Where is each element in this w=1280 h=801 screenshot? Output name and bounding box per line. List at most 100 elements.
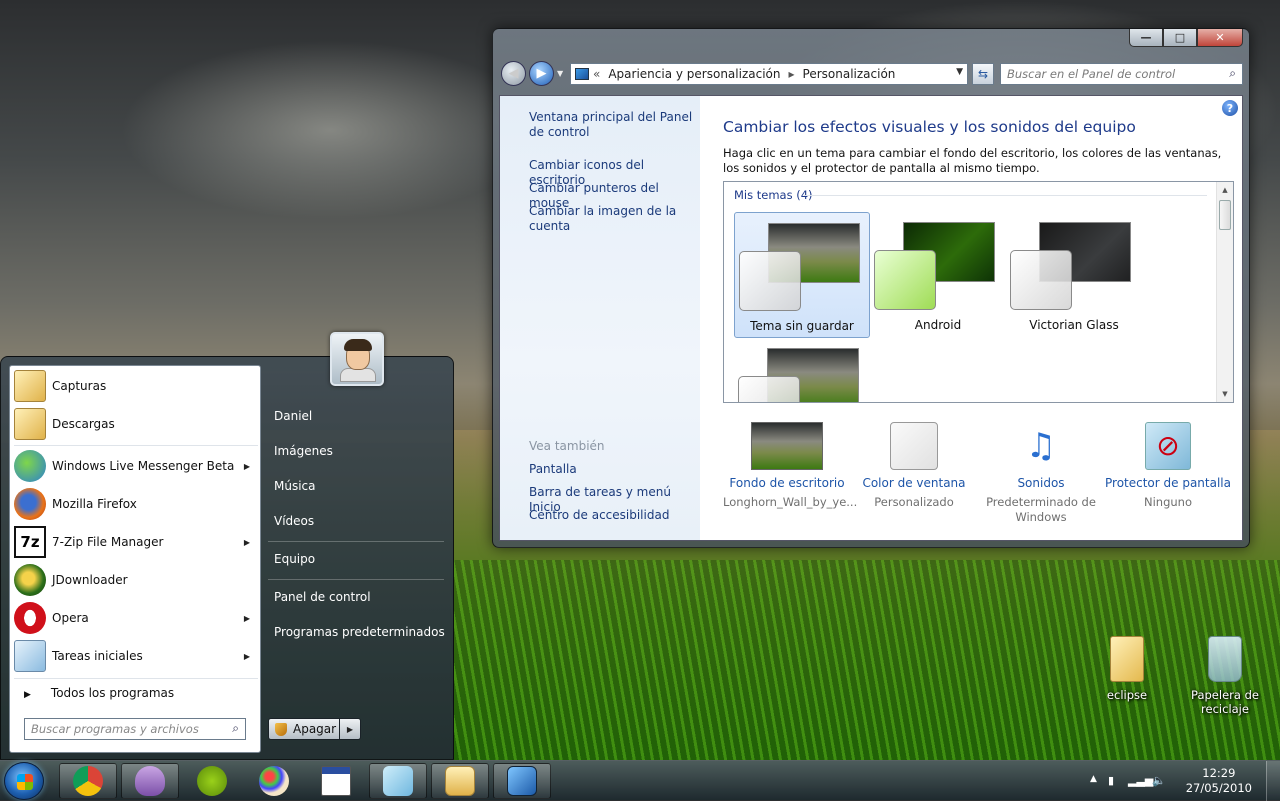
window-color-setting[interactable]: Color de ventana Personalizado [850,416,978,510]
program-capturas[interactable]: Capturas [14,368,258,404]
clock-time: 12:29 [1202,766,1236,780]
breadcrumb-personalization[interactable]: Personalización [803,67,896,81]
start-right-pictures[interactable]: Imágenes [274,444,333,458]
program-label: JDownloader [52,573,128,587]
search-placeholder: Buscar programas y archivos [31,722,199,736]
programs-panel: Capturas Descargas Windows Live Messenge… [9,365,261,753]
program-7zip[interactable]: 7z 7-Zip File Manager ▶ [14,524,258,560]
setting-label[interactable]: Fondo de escritorio [723,476,851,490]
program-jdownloader[interactable]: JDownloader [14,562,258,598]
all-programs-button[interactable]: ▶ Todos los programas [24,686,174,700]
windows-logo-icon [17,774,33,790]
folder-icon [445,766,475,796]
theme-tile-android[interactable]: Android [870,212,1006,338]
taskbar: ▲ ▮ ▂▃▅ 🔈 12:29 27/05/2010 [0,760,1280,801]
start-right-music[interactable]: Música [274,479,316,493]
search-placeholder: Buscar en el Panel de control [1007,67,1176,81]
start-button[interactable] [4,762,44,800]
link-display[interactable]: Pantalla [529,462,577,477]
recent-pages-dropdown[interactable]: ▼ [557,69,567,78]
control-panel-search-input[interactable]: Buscar en el Panel de control ⌕ [1000,63,1243,85]
program-opera[interactable]: Opera ▶ [14,600,258,636]
opera-icon [14,602,46,634]
taskbar-paint[interactable] [245,763,303,799]
taskbar-chrome[interactable] [59,763,117,799]
theme-tile-4[interactable] [734,338,870,402]
pidgin-icon [135,766,165,796]
theme-tile-victorian-glass[interactable]: Victorian Glass [1006,212,1142,338]
search-icon[interactable]: ⌕ [232,721,239,736]
theme-tile-unsaved[interactable]: Tema sin guardar [734,212,870,338]
close-button[interactable]: ✕ [1197,29,1243,47]
divider [268,541,444,542]
taskbar-control-panel[interactable] [493,763,551,799]
show-desktop-button[interactable] [1266,761,1280,801]
setting-label[interactable]: Color de ventana [850,476,978,490]
clock[interactable]: 12:29 27/05/2010 [1186,766,1252,796]
setting-label[interactable]: Protector de pantalla [1104,476,1232,490]
breadcrumb-separator[interactable]: ▸ [788,67,794,81]
start-right-computer[interactable]: Equipo [274,552,315,566]
power-icon[interactable]: ▮ [1108,774,1122,788]
link-ease-of-access[interactable]: Centro de accesibilidad [529,508,669,523]
taskbar-explorer[interactable] [431,763,489,799]
control-panel-icon [575,68,589,80]
link-control-panel-home[interactable]: Ventana principal del Panel de control [529,110,695,140]
forward-button[interactable]: ▶ [529,61,554,86]
address-chevrons[interactable]: « [593,67,600,81]
volume-muted-icon[interactable]: 🔈 [1152,774,1166,788]
desktop-icon-eclipse[interactable]: eclipse [1087,636,1167,702]
themes-scrollbar[interactable]: ▲ ▼ [1216,182,1233,402]
desktop-background-setting[interactable]: Fondo de escritorio Longhorn_Wall_by_ye.… [723,416,858,510]
maximize-button[interactable]: □ [1163,29,1197,47]
setting-value: Longhorn_Wall_by_ye... [723,495,858,509]
avatar-body [340,368,376,382]
program-tareas-iniciales[interactable]: Tareas iniciales ▶ [14,638,258,674]
scroll-down-button[interactable]: ▼ [1217,386,1233,402]
program-descargas[interactable]: Descargas [14,406,258,442]
taskbar-pidgin[interactable] [121,763,179,799]
chevron-down-icon[interactable]: ▼ [956,67,963,77]
start-menu: Capturas Descargas Windows Live Messenge… [0,356,454,760]
setting-value: Personalizado [874,495,954,509]
task-pane: Ventana principal del Panel de control C… [500,96,700,540]
scroll-thumb[interactable] [1219,200,1231,230]
start-search-input[interactable]: Buscar programas y archivos ⌕ [24,718,246,740]
start-right-default-programs[interactable]: Programas predeterminados [274,625,445,639]
program-firefox[interactable]: Mozilla Firefox [14,486,258,522]
sounds-setting[interactable]: ♫ Sonidos Predeterminado de Windows [977,416,1105,525]
taskbar-notepad[interactable] [369,763,427,799]
taskbar-app[interactable] [307,763,365,799]
window-controls: — □ ✕ [1129,29,1243,47]
control-panel-window: — □ ✕ ◀ ▶ ▼ « Apariencia y personalizaci… [492,28,1250,548]
address-bar[interactable]: « Apariencia y personalización ▸ Persona… [570,63,968,85]
screensaver-setting[interactable]: ⊘ Protector de pantalla Ninguno [1104,416,1232,510]
user-avatar[interactable] [330,332,384,386]
shield-icon [275,722,287,736]
setting-label[interactable]: Sonidos [977,476,1105,490]
refresh-button[interactable]: ⇆ [972,63,994,85]
minimize-button[interactable]: — [1129,29,1163,47]
scroll-up-button[interactable]: ▲ [1217,182,1233,198]
wallpaper-cloud [120,40,540,220]
desktop-icon-label: Papelera de reciclaje [1191,688,1259,716]
start-right-videos[interactable]: Vídeos [274,514,314,528]
network-signal-icon[interactable]: ▂▃▅ [1128,774,1153,788]
start-right-user[interactable]: Daniel [274,409,312,423]
help-icon[interactable]: ? [1222,100,1238,116]
submenu-arrow-icon: ▶ [243,537,250,547]
themes-group-header[interactable]: Mis temas (4) [734,188,813,202]
program-windows-live-messenger[interactable]: Windows Live Messenger Beta ▶ [14,448,258,484]
desktop-icon-recycle-bin[interactable]: Papelera de reciclaje [1185,636,1265,716]
back-button[interactable]: ◀ [501,61,526,86]
breadcrumb-appearance[interactable]: Apariencia y personalización [608,67,780,81]
start-right-control-panel[interactable]: Panel de control [274,590,371,604]
shutdown-button[interactable]: Apagar [268,718,340,740]
link-account-picture[interactable]: Cambiar la imagen de la cuenta [529,204,689,234]
shutdown-options-button[interactable]: ▶ [340,718,361,740]
program-label: Capturas [52,379,107,393]
search-icon[interactable]: ⌕ [1229,66,1236,81]
show-hidden-icons-button[interactable]: ▲ [1090,774,1104,788]
avatar-hair [344,339,372,351]
taskbar-spotify[interactable] [183,763,241,799]
